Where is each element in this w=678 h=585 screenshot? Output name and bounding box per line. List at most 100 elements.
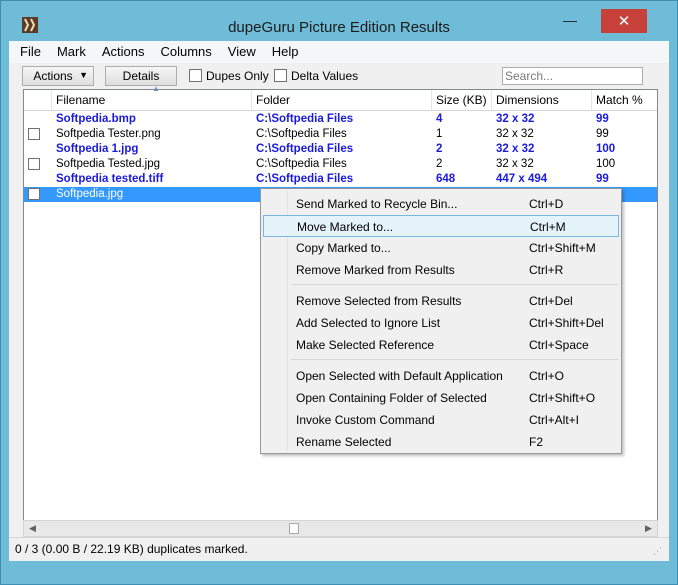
cell-match: 99 bbox=[596, 113, 609, 125]
header-check-column bbox=[24, 90, 52, 111]
row-checkbox[interactable] bbox=[28, 158, 40, 170]
menu-item-label: Invoke Custom Command bbox=[296, 413, 435, 427]
scrollbar-thumb[interactable] bbox=[289, 523, 299, 534]
cell-size: 4 bbox=[436, 113, 443, 125]
cell-filename: Softpedia tested.tiff bbox=[56, 173, 164, 185]
cell-filename: Softpedia 1.jpg bbox=[56, 143, 139, 155]
details-button[interactable]: Details bbox=[105, 66, 177, 86]
cell-dimensions: 447 x 494 bbox=[496, 173, 548, 185]
menu-separator bbox=[291, 359, 618, 360]
table-row[interactable]: Softpedia Tester.png C:\Softpedia Files 1 3… bbox=[24, 127, 657, 142]
context-menu-item[interactable]: Send Marked to Recycle Bin... Ctrl+D bbox=[263, 193, 619, 215]
cell-match: 99 bbox=[596, 173, 609, 185]
menu-separator bbox=[291, 284, 618, 285]
menu-bar: File Mark Actions Columns View Help bbox=[9, 41, 669, 63]
dupes-only-checkbox[interactable] bbox=[189, 69, 202, 82]
row-checkbox[interactable] bbox=[28, 128, 40, 140]
header-match[interactable]: Match % bbox=[592, 90, 657, 111]
table-row[interactable]: Softpedia Tested.jpg C:\Softpedia Files 2 3… bbox=[24, 157, 657, 172]
menu-item-shortcut: Ctrl+Shift+Del bbox=[529, 316, 604, 330]
table-row[interactable]: Softpedia.bmp C:\Softpedia Files 4 32 x 32 9… bbox=[24, 112, 657, 127]
cell-filename: Softpedia Tested.jpg bbox=[56, 158, 161, 170]
status-text: 0 / 3 (0.00 B / 22.19 KB) duplicates mar… bbox=[15, 542, 248, 556]
actions-dropdown-button[interactable]: Actions ▼ bbox=[22, 66, 94, 86]
cell-filename: Softpedia Tester.png bbox=[56, 128, 161, 140]
context-menu-item[interactable]: Remove Marked from Results Ctrl+R bbox=[263, 259, 619, 281]
menu-item-label: Move Marked to... bbox=[297, 220, 394, 234]
delta-values-checkbox[interactable] bbox=[274, 69, 287, 82]
menu-item-label: Add Selected to Ignore List bbox=[296, 316, 441, 330]
search-input[interactable] bbox=[502, 67, 643, 85]
menu-item-shortcut: Ctrl+Shift+O bbox=[529, 391, 596, 405]
cell-folder: C:\Softpedia Files bbox=[256, 143, 354, 155]
cell-match: 100 bbox=[596, 143, 616, 155]
menu-item-label: Open Selected with Default Application bbox=[296, 369, 503, 383]
delta-values-label[interactable]: Delta Values bbox=[291, 69, 358, 83]
cell-match: 99 bbox=[596, 128, 609, 140]
context-menu-item[interactable]: Open Containing Folder of Selected Ctrl+S… bbox=[263, 387, 619, 409]
sort-ascending-icon: ▲ bbox=[152, 84, 160, 93]
menu-item-label: Open Containing Folder of Selected bbox=[296, 391, 487, 405]
table-header: Filename ▲ Folder Size (KB) Dimensions M… bbox=[24, 84, 657, 111]
cell-size: 648 bbox=[436, 173, 456, 185]
row-checkbox[interactable] bbox=[28, 188, 40, 200]
header-filename[interactable]: Filename bbox=[52, 90, 252, 111]
context-menu-item[interactable]: Make Selected Reference Ctrl+Space bbox=[263, 334, 619, 356]
menu-item-shortcut: Ctrl+Del bbox=[529, 294, 573, 308]
dupes-only-label[interactable]: Dupes Only bbox=[206, 69, 269, 83]
menu-item-shortcut: Ctrl+Space bbox=[529, 338, 589, 352]
cell-folder: C:\Softpedia Files bbox=[256, 113, 354, 125]
cell-dimensions: 32 x 32 bbox=[496, 158, 534, 170]
table-row[interactable]: Softpedia 1.jpg C:\Softpedia Files 2 32 x 3… bbox=[24, 142, 657, 157]
menu-actions[interactable]: Actions bbox=[94, 41, 153, 63]
horizontal-scrollbar[interactable]: ◀ ▶ bbox=[23, 520, 658, 537]
context-menu-item[interactable]: Remove Selected from Results Ctrl+Del bbox=[263, 290, 619, 312]
actions-button-label: Actions bbox=[33, 69, 73, 83]
context-menu: Send Marked to Recycle Bin... Ctrl+D Move … bbox=[260, 188, 622, 454]
menu-item-shortcut: Ctrl+R bbox=[529, 263, 564, 277]
toolbar: Actions ▼ Details Dupes Only Delta Value… bbox=[9, 63, 669, 89]
cell-match: 100 bbox=[596, 158, 616, 170]
menu-help[interactable]: Help bbox=[264, 41, 307, 63]
title-bar[interactable]: dupeGuru Picture Edition Results — ✕ bbox=[1, 1, 677, 41]
chevron-down-icon: ▼ bbox=[79, 70, 88, 80]
menu-item-shortcut: Ctrl+D bbox=[529, 197, 564, 211]
cell-folder: C:\Softpedia Files bbox=[256, 158, 347, 170]
menu-item-label: Remove Selected from Results bbox=[296, 294, 462, 308]
cell-filename: Softpedia.jpg bbox=[56, 188, 124, 200]
scroll-right-icon[interactable]: ▶ bbox=[640, 521, 657, 536]
status-bar: 0 / 3 (0.00 B / 22.19 KB) duplicates mar… bbox=[9, 537, 669, 559]
menu-item-shortcut: Ctrl+M bbox=[530, 220, 566, 234]
cell-dimensions: 32 x 32 bbox=[496, 143, 535, 155]
cell-dimensions: 32 x 32 bbox=[496, 113, 535, 125]
menu-item-label: Rename Selected bbox=[296, 435, 392, 449]
menu-view[interactable]: View bbox=[220, 41, 264, 63]
cell-filename: Softpedia.bmp bbox=[56, 113, 136, 125]
app-window: dupeGuru Picture Edition Results — ✕ Fil… bbox=[0, 0, 678, 585]
resize-grip-icon[interactable]: ⋰ bbox=[653, 546, 663, 556]
cell-size: 2 bbox=[436, 158, 443, 170]
context-menu-item[interactable]: Rename Selected F2 bbox=[263, 431, 619, 453]
cell-folder: C:\Softpedia Files bbox=[256, 128, 347, 140]
menu-item-shortcut: Ctrl+Alt+I bbox=[529, 413, 580, 427]
context-menu-item[interactable]: Invoke Custom Command Ctrl+Alt+I bbox=[263, 409, 619, 431]
context-menu-item[interactable]: Open Selected with Default Application Ct… bbox=[263, 365, 619, 387]
menu-item-shortcut: F2 bbox=[529, 435, 544, 449]
table-row[interactable]: Softpedia tested.tiff C:\Softpedia Files 6… bbox=[24, 172, 657, 187]
context-menu-item[interactable]: Move Marked to... Ctrl+M bbox=[263, 215, 619, 237]
header-size[interactable]: Size (KB) bbox=[432, 90, 492, 111]
menu-file[interactable]: File bbox=[9, 41, 49, 63]
cell-size: 2 bbox=[436, 143, 443, 155]
menu-item-label: Send Marked to Recycle Bin... bbox=[296, 197, 458, 211]
close-button[interactable]: ✕ bbox=[601, 9, 647, 33]
minimize-button[interactable]: — bbox=[556, 9, 584, 31]
menu-item-label: Make Selected Reference bbox=[296, 338, 435, 352]
context-menu-item[interactable]: Copy Marked to... Ctrl+Shift+M bbox=[263, 237, 619, 259]
menu-columns[interactable]: Columns bbox=[152, 41, 219, 63]
menu-item-shortcut: Ctrl+Shift+M bbox=[529, 241, 596, 255]
header-folder[interactable]: Folder bbox=[252, 90, 432, 111]
scroll-left-icon[interactable]: ◀ bbox=[24, 521, 41, 536]
context-menu-item[interactable]: Add Selected to Ignore List Ctrl+Shift+De… bbox=[263, 312, 619, 334]
header-dimensions[interactable]: Dimensions bbox=[492, 90, 592, 111]
menu-mark[interactable]: Mark bbox=[49, 41, 94, 63]
